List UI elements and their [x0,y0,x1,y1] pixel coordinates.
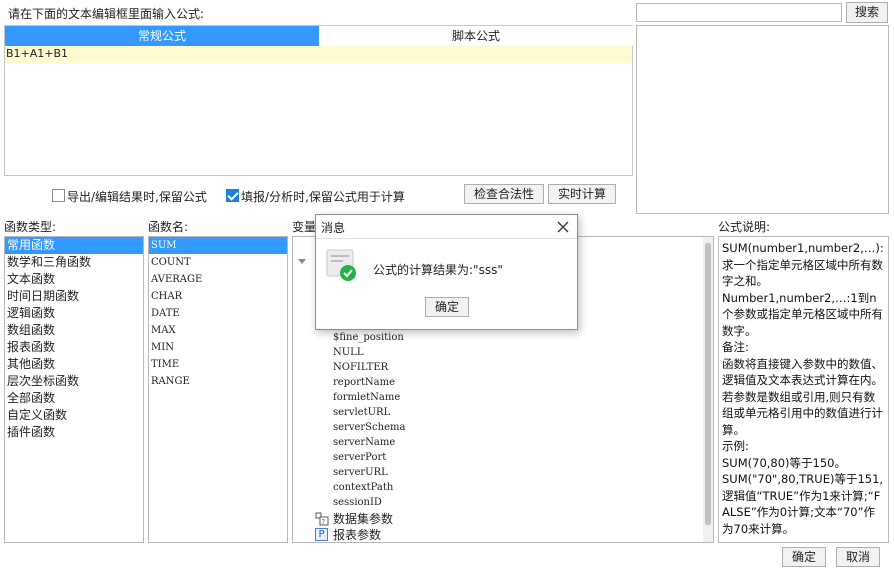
function-name-item[interactable]: RANGE [149,373,287,390]
dialog-message: 公式的计算结果为:"sss" [373,263,503,277]
variable-item[interactable]: serverName [333,435,395,450]
description-line: SUM("70",80,TRUE)等于151,逻辑值“TRUE”作为1来计算;“… [722,472,884,536]
function-type-item[interactable]: 层次坐标函数 [5,373,143,390]
message-dialog: 消息 公式的计算结果为:"sss" 确定 [315,214,578,330]
dialog-title: 消息 [321,221,346,235]
variable-item[interactable]: serverPort [333,450,386,465]
keep-formula-fill-label: 填报/分析时,保留公式用于计算 [241,190,405,204]
close-icon[interactable] [556,220,570,234]
function-name-item[interactable]: SUM [149,237,287,254]
keep-formula-export-label: 导出/编辑结果时,保留公式 [67,190,207,204]
description-line: Number1,number2,…:1到n个参数或指定单元格区域中所有数字。 [722,290,883,338]
variable-item[interactable]: contextPath [333,480,393,495]
function-type-item[interactable]: 逻辑函数 [5,305,143,322]
formula-editor: 常规公式 脚本公式 B1+A1+B1 [4,25,633,176]
search-button[interactable]: 搜索 [846,2,888,23]
function-type-item[interactable]: 报表函数 [5,339,143,356]
function-type-item[interactable]: 全部函数 [5,390,143,407]
description-line: SUM(number1,number2,…):求一个指定单元格区域中所有数字之和… [722,241,884,288]
realtime-calc-button[interactable]: 实时计算 [548,184,616,204]
description-line: 备注: [722,340,749,354]
formula-line[interactable]: B1+A1+B1 [5,46,632,63]
keep-formula-fill-checkbox[interactable] [226,189,239,202]
function-name-item[interactable]: CHAR [149,288,287,305]
description-line: 示例: [722,439,749,453]
description-header: 公式说明: [718,220,771,234]
variable-item[interactable]: $fine_position [333,330,404,345]
function-type-item[interactable]: 文本函数 [5,271,143,288]
ok-button[interactable]: 确定 [782,547,826,567]
variable-item[interactable]: servletURL [333,405,390,420]
function-name-item[interactable]: MIN [149,339,287,356]
description-line: SUM(70,80)等于150。 [722,455,846,470]
variable-item[interactable]: NULL [333,345,363,360]
keep-formula-export-checkbox[interactable] [52,189,65,202]
variable-item[interactable]: reportName [333,375,395,390]
function-type-item[interactable]: 常用函数 [5,237,143,254]
editor-prompt: 请在下面的文本编辑框里面输入公式: [8,7,205,21]
expand-triangle-icon[interactable] [298,259,306,264]
function-name-item[interactable]: COUNT [149,254,287,271]
cancel-button[interactable]: 取消 [836,547,880,567]
formula-text: B1+A1+B1 [6,47,69,60]
dataset-param-icon: ? [315,512,329,526]
variable-item[interactable]: NOFILTER [333,360,388,375]
dialog-titlebar: 消息 [316,215,577,239]
function-name-item[interactable]: TIME [149,356,287,373]
group-report-params[interactable]: 报表参数 [333,528,381,543]
variables-scroll-thumb[interactable] [705,243,711,525]
function-name-item[interactable]: MAX [149,322,287,339]
search-results [636,25,889,214]
description-line: 函数将直接键入参数中的数值、逻辑值及文本表达式计算在内。若参数是数组或引用,则只… [722,356,883,437]
function-type-item[interactable]: 插件函数 [5,424,143,441]
function-type-item[interactable]: 自定义函数 [5,407,143,424]
function-names-header: 函数名: [148,220,189,234]
function-name-item[interactable]: DATE [149,305,287,322]
function-type-item[interactable]: 数组函数 [5,322,143,339]
tab-regular-formula[interactable]: 常规公式 [5,26,319,46]
function-type-item[interactable]: 数学和三角函数 [5,254,143,271]
function-types-header: 函数类型: [4,220,57,234]
function-type-item[interactable]: 时间日期函数 [5,288,143,305]
success-icon [326,249,358,283]
variable-item[interactable]: formletName [333,390,400,405]
variable-item[interactable]: serverURL [333,465,388,480]
variables-header: 变量 [292,220,317,234]
description-panel: SUM(number1,number2,…):求一个指定单元格区域中所有数字之和… [718,236,889,543]
variable-item[interactable]: serverSchema [333,420,405,435]
tab-script-formula[interactable]: 脚本公式 [319,26,633,46]
svg-text:?: ? [322,518,326,526]
check-validity-button[interactable]: 检查合法性 [464,184,544,204]
variable-item[interactable]: sessionID [333,495,382,510]
search-input[interactable] [636,3,842,22]
function-type-item[interactable]: 其他函数 [5,356,143,373]
function-types-list: 常用函数 数学和三角函数 文本函数 时间日期函数 逻辑函数 数组函数 报表函数 其他函数 层次坐… [4,236,144,543]
report-param-icon: P [315,528,328,541]
variables-scrollbar[interactable] [703,237,713,542]
dialog-ok-button[interactable]: 确定 [425,297,469,317]
function-name-item[interactable]: AVERAGE [149,271,287,288]
group-dataset-params[interactable]: 数据集参数 [333,512,393,527]
function-names-list: SUM COUNT AVERAGE CHAR DATE MAX MIN TIME RANGE [148,236,288,543]
